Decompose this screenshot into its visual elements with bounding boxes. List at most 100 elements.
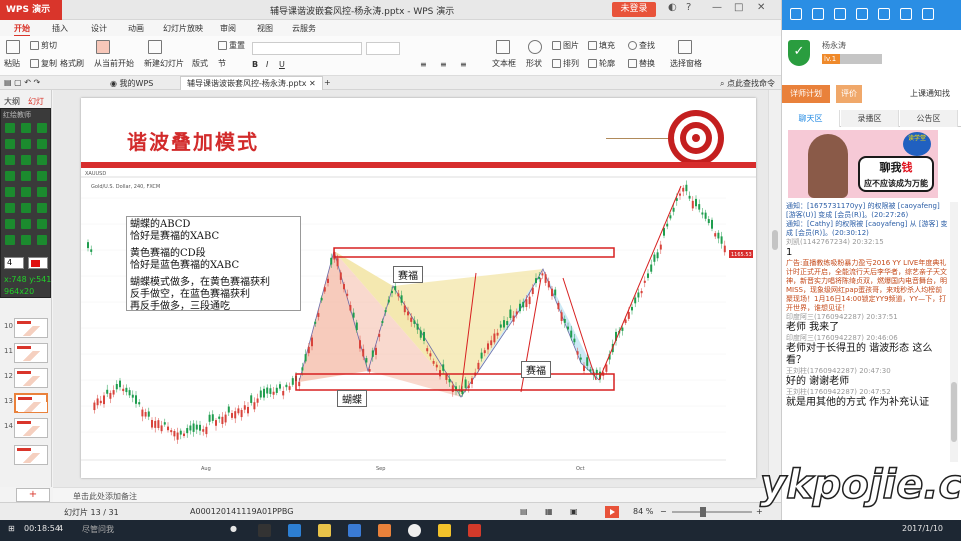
review-button[interactable]: 评价 (836, 85, 862, 103)
view-sorter-icon[interactable]: ▦ (545, 507, 553, 516)
new-slide-button[interactable]: 新建幻灯片 (144, 58, 184, 69)
select-pane-icon[interactable] (678, 40, 694, 54)
settings-icon[interactable] (922, 8, 934, 20)
tool-icon[interactable] (37, 235, 47, 245)
pointer-icon[interactable] (5, 123, 15, 133)
view-normal-icon[interactable]: ▤ (520, 507, 528, 516)
tab-recordings[interactable]: 录播区 (841, 110, 899, 127)
tab-design[interactable]: 设计 (91, 23, 107, 34)
hand-icon[interactable] (21, 123, 31, 133)
hudie-label[interactable]: 蝴蝶 (337, 390, 367, 407)
app-icon[interactable] (878, 8, 890, 20)
from-current-button[interactable]: 从当前开始 (94, 58, 134, 69)
copy-button[interactable]: 复制 (30, 58, 57, 69)
pen-color-select[interactable] (28, 257, 48, 269)
home-icon[interactable] (790, 8, 802, 20)
pen-icon[interactable] (5, 139, 15, 149)
slide-thumbnail[interactable] (14, 418, 48, 438)
slideshow-play-icon[interactable] (605, 506, 619, 518)
new-slide-button[interactable]: + (16, 488, 50, 502)
line-icon[interactable] (5, 155, 15, 165)
mic-icon[interactable]: ● (230, 524, 237, 533)
slide-thumbnail[interactable] (14, 318, 48, 338)
tool-icon[interactable] (5, 235, 15, 245)
cortana-search[interactable]: 尽管问我 (82, 524, 114, 535)
saifu-label-1[interactable]: 赛福 (393, 266, 423, 283)
gift-icon[interactable] (900, 8, 912, 20)
ad-banner[interactable]: 读学堂 聊我钱 应不应该成为万能 (788, 130, 938, 198)
font-size-select[interactable] (366, 42, 400, 55)
zoom-icon[interactable] (5, 219, 15, 229)
new-slide-icon[interactable] (148, 40, 164, 54)
play-icon[interactable] (96, 40, 112, 54)
windows-start-icon[interactable]: ⊞ (8, 524, 15, 533)
screen-icon[interactable] (37, 123, 47, 133)
picture-button[interactable]: 图片 (552, 40, 579, 51)
italic-icon[interactable]: I (266, 60, 268, 69)
close-icon[interactable]: ✕ (757, 2, 765, 13)
undo-icon[interactable] (5, 203, 15, 213)
zoom-out-icon[interactable]: − (660, 507, 667, 516)
tool-icon[interactable] (21, 235, 31, 245)
ellipse-icon[interactable] (21, 171, 31, 181)
outline-button[interactable]: 轮廓 (588, 58, 615, 69)
command-search[interactable]: ⌕ 点此查找命令 (720, 78, 775, 89)
camera-icon[interactable] (21, 219, 31, 229)
settings-icon[interactable] (37, 219, 47, 229)
tab-view[interactable]: 视图 (257, 23, 273, 34)
eraser-icon[interactable] (37, 139, 47, 149)
layout-button[interactable]: 版式 (192, 58, 208, 69)
fill-button[interactable]: 填充 (588, 40, 615, 51)
task-view-icon[interactable] (258, 524, 271, 537)
slide-title[interactable]: 谐波叠加模式 (127, 126, 259, 155)
help-icon[interactable]: ? (686, 2, 691, 13)
paste-icon[interactable] (6, 40, 22, 54)
fill-rect-icon[interactable] (37, 171, 47, 181)
mail-icon[interactable] (856, 8, 868, 20)
format-painter-button[interactable]: 格式刷 (60, 58, 84, 69)
tab-review[interactable]: 审阅 (220, 23, 236, 34)
arrange-button[interactable]: 排列 (552, 58, 579, 69)
arrow-icon[interactable] (21, 155, 31, 165)
zoom-in-icon[interactable]: + (756, 507, 763, 516)
find-button[interactable]: 查找 (628, 40, 655, 51)
tab-current-document[interactable]: 辅导课谐波嵌套风控-杨永涛.pptx ✕ (180, 76, 323, 90)
cut-button[interactable]: 剪切 (30, 40, 57, 51)
tab-slideshow[interactable]: 幻灯片放映 (163, 23, 203, 34)
select-pane-button[interactable]: 选择窗格 (670, 58, 702, 69)
tab-my-wps[interactable]: ◉ 我的WPS (110, 78, 153, 89)
user-name[interactable]: 杨永涛 (822, 40, 846, 51)
textbox-button[interactable]: 文本框 (492, 58, 516, 69)
slide-thumbnail[interactable] (14, 368, 48, 388)
plan-button[interactable]: 详师计划 (782, 85, 830, 103)
textbox-icon[interactable] (496, 40, 512, 54)
align-right-icon[interactable]: ≡ (460, 60, 467, 69)
redo-icon[interactable] (21, 203, 31, 213)
section-button[interactable]: 节 (218, 58, 226, 69)
skin-icon[interactable]: ◐ (668, 2, 677, 13)
saifu-label-2[interactable]: 赛福 (521, 361, 551, 378)
edge-icon[interactable] (288, 524, 301, 537)
highlight-icon[interactable] (21, 187, 31, 197)
minimize-icon[interactable]: — (712, 2, 722, 13)
view-reading-icon[interactable]: ▣ (570, 507, 578, 516)
app-menu-button[interactable]: WPS 演示 (0, 0, 62, 20)
zoom-slider[interactable] (672, 511, 752, 513)
tab-animation[interactable]: 动画 (128, 23, 144, 34)
tab-cloud[interactable]: 云服务 (292, 23, 316, 34)
chat-scrollbar[interactable] (950, 202, 958, 462)
app-icon[interactable] (468, 524, 481, 537)
shape-icon[interactable] (528, 40, 544, 54)
class-notice-link[interactable]: 上课通知找 (900, 85, 960, 103)
user-icon[interactable] (812, 8, 824, 20)
explorer-icon[interactable] (318, 524, 331, 537)
zoom-slider-knob[interactable] (700, 507, 706, 517)
tab-insert[interactable]: 插入 (52, 23, 68, 34)
slide[interactable]: 谐波叠加模式 XAUUSD Gold/U.S. Dollar, 240, FXC… (81, 98, 756, 478)
align-center-icon[interactable]: ≡ (440, 60, 447, 69)
slide-thumbnail[interactable] (14, 445, 48, 465)
marker-icon[interactable] (21, 139, 31, 149)
wps-taskbar-icon[interactable] (378, 524, 391, 537)
bold-icon[interactable]: B (252, 60, 258, 69)
reset-button[interactable]: 重置 (218, 40, 245, 51)
